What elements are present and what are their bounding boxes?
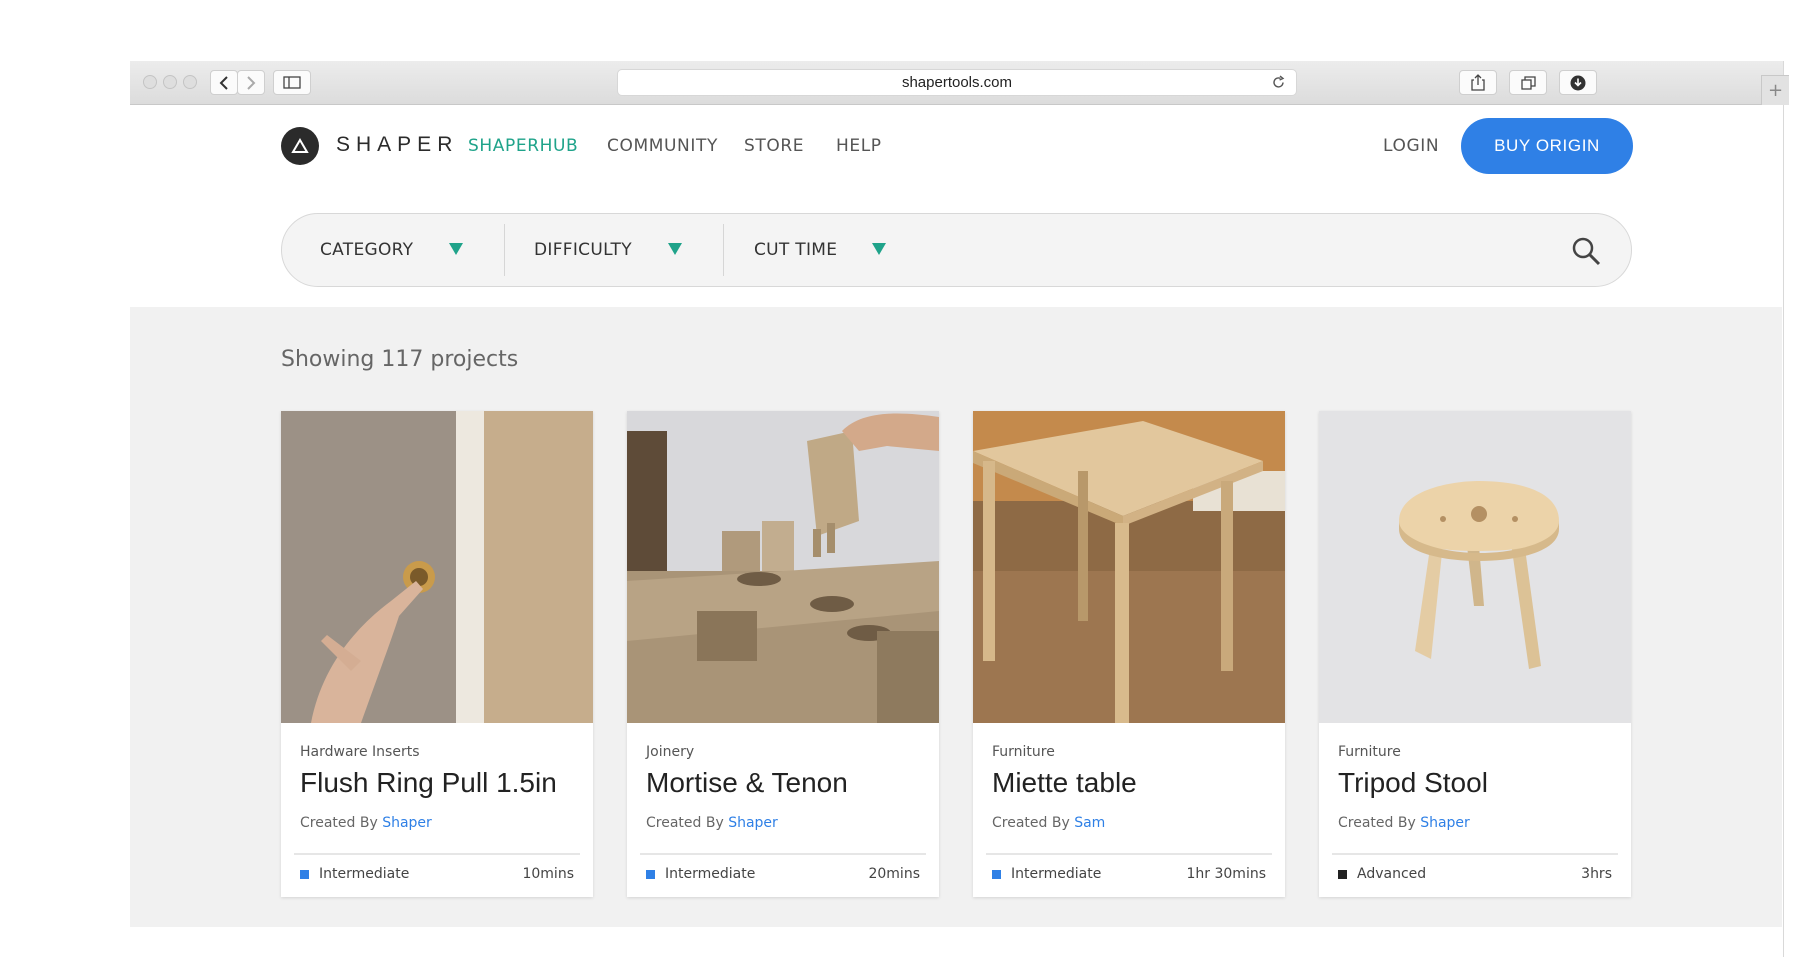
tabs-icon: [1520, 75, 1536, 90]
sidebar-button[interactable]: [273, 70, 311, 95]
card-footer: Intermediate 20mins: [646, 866, 920, 882]
back-button[interactable]: [210, 70, 238, 95]
logo-text[interactable]: SHAPER: [336, 133, 458, 157]
author-link[interactable]: Sam: [1074, 815, 1105, 831]
difficulty-label: Intermediate: [319, 866, 410, 882]
address-bar[interactable]: shapertools.com: [617, 69, 1297, 96]
results-summary: Showing 117 projects: [281, 347, 519, 372]
difficulty-indicator: [1338, 869, 1347, 879]
cut-time-filter[interactable]: CUT TIME: [754, 214, 914, 286]
project-category: Furniture: [1338, 744, 1401, 760]
address-text: shapertools.com: [901, 74, 1013, 91]
author-link[interactable]: Shaper: [1420, 815, 1470, 831]
projects-section: Showing 117 projects Hardware Inserts Fl…: [130, 307, 1782, 927]
project-image: [281, 411, 593, 723]
created-by-label: Created By: [992, 815, 1070, 831]
zoom-window-button[interactable]: [183, 75, 197, 89]
card-footer: Intermediate 10mins: [300, 866, 574, 882]
download-icon: [1570, 75, 1586, 90]
created-by-label: Created By: [300, 815, 378, 831]
project-card[interactable]: Furniture Tripod Stool Created By Shaper…: [1319, 411, 1631, 897]
tabs-button[interactable]: [1509, 70, 1547, 95]
project-title[interactable]: Mortise & Tenon: [646, 767, 848, 799]
filter-bar: CATEGORY DIFFICULTY CUT TIME: [281, 213, 1632, 287]
project-card[interactable]: Hardware Inserts Flush Ring Pull 1.5in C…: [281, 411, 593, 897]
category-filter-label: CATEGORY: [320, 240, 414, 260]
project-category: Joinery: [646, 744, 695, 760]
author-link[interactable]: Shaper: [728, 815, 778, 831]
card-divider: [986, 853, 1272, 855]
browser-window: shapertools.com + SHAPER SHAPERHUB COMMU…: [130, 61, 1789, 957]
difficulty-filter-label: DIFFICULTY: [534, 240, 632, 260]
nav-help[interactable]: HELP: [836, 136, 882, 156]
project-author-line: Created By Sam: [992, 815, 1105, 831]
minimize-window-button[interactable]: [163, 75, 177, 89]
project-image: [973, 411, 1285, 723]
project-title[interactable]: Flush Ring Pull 1.5in: [300, 767, 557, 799]
card-footer: Advanced 3hrs: [1338, 866, 1612, 882]
search-icon[interactable]: [1571, 236, 1601, 266]
shaper-logo-icon[interactable]: [281, 127, 319, 165]
close-window-button[interactable]: [143, 75, 157, 89]
difficulty-indicator: [992, 869, 1001, 879]
project-card[interactable]: Joinery Mortise & Tenon Created By Shape…: [627, 411, 939, 897]
dropdown-caret-icon[interactable]: [449, 243, 463, 255]
forward-icon: [247, 75, 256, 90]
card-divider: [294, 853, 580, 855]
project-title[interactable]: Tripod Stool: [1338, 767, 1488, 799]
card-footer: Intermediate 1hr 30mins: [992, 866, 1266, 882]
project-author-line: Created By Shaper: [300, 815, 432, 831]
project-image: [627, 411, 939, 723]
filter-divider: [504, 224, 505, 276]
reload-icon[interactable]: [1271, 75, 1286, 90]
nav-community[interactable]: COMMUNITY: [607, 136, 718, 156]
difficulty-indicator: [646, 869, 655, 879]
card-divider: [1332, 853, 1618, 855]
filter-divider: [723, 224, 724, 276]
share-button[interactable]: [1459, 70, 1497, 95]
project-author-line: Created By Shaper: [1338, 815, 1470, 831]
category-filter[interactable]: CATEGORY: [320, 214, 495, 286]
forward-button[interactable]: [237, 70, 265, 95]
project-author-line: Created By Shaper: [646, 815, 778, 831]
plus-icon: +: [1767, 80, 1784, 101]
difficulty-label: Advanced: [1357, 866, 1427, 882]
author-link[interactable]: Shaper: [382, 815, 432, 831]
project-image: [1319, 411, 1631, 723]
created-by-label: Created By: [646, 815, 724, 831]
nav-store[interactable]: STORE: [744, 136, 804, 156]
nav-shaperhub[interactable]: SHAPERHUB: [468, 136, 578, 156]
sidebar-icon: [283, 76, 301, 89]
new-tab-button[interactable]: +: [1761, 75, 1789, 105]
dropdown-caret-icon[interactable]: [668, 243, 682, 255]
share-icon: [1471, 74, 1485, 91]
cut-time-label: 3hrs: [1581, 866, 1612, 882]
project-title[interactable]: Miette table: [992, 767, 1137, 799]
buy-origin-button[interactable]: BUY ORIGIN: [1461, 118, 1633, 174]
login-link[interactable]: LOGIN: [1383, 136, 1439, 156]
cut-time-label: 10mins: [522, 866, 574, 882]
difficulty-filter[interactable]: DIFFICULTY: [534, 214, 714, 286]
card-divider: [640, 853, 926, 855]
dropdown-caret-icon[interactable]: [872, 243, 886, 255]
downloads-button[interactable]: [1559, 70, 1597, 95]
project-category: Furniture: [992, 744, 1055, 760]
created-by-label: Created By: [1338, 815, 1416, 831]
cut-time-label: 1hr 30mins: [1186, 866, 1267, 882]
browser-toolbar: shapertools.com +: [130, 61, 1789, 105]
cut-time-label: 20mins: [868, 866, 920, 882]
difficulty-label: Intermediate: [1011, 866, 1102, 882]
cut-time-filter-label: CUT TIME: [754, 240, 838, 260]
difficulty-label: Intermediate: [665, 866, 756, 882]
project-category: Hardware Inserts: [300, 744, 420, 760]
project-card[interactable]: Furniture Miette table Created By Sam In…: [973, 411, 1285, 897]
difficulty-indicator: [300, 869, 309, 879]
back-icon: [219, 75, 228, 90]
